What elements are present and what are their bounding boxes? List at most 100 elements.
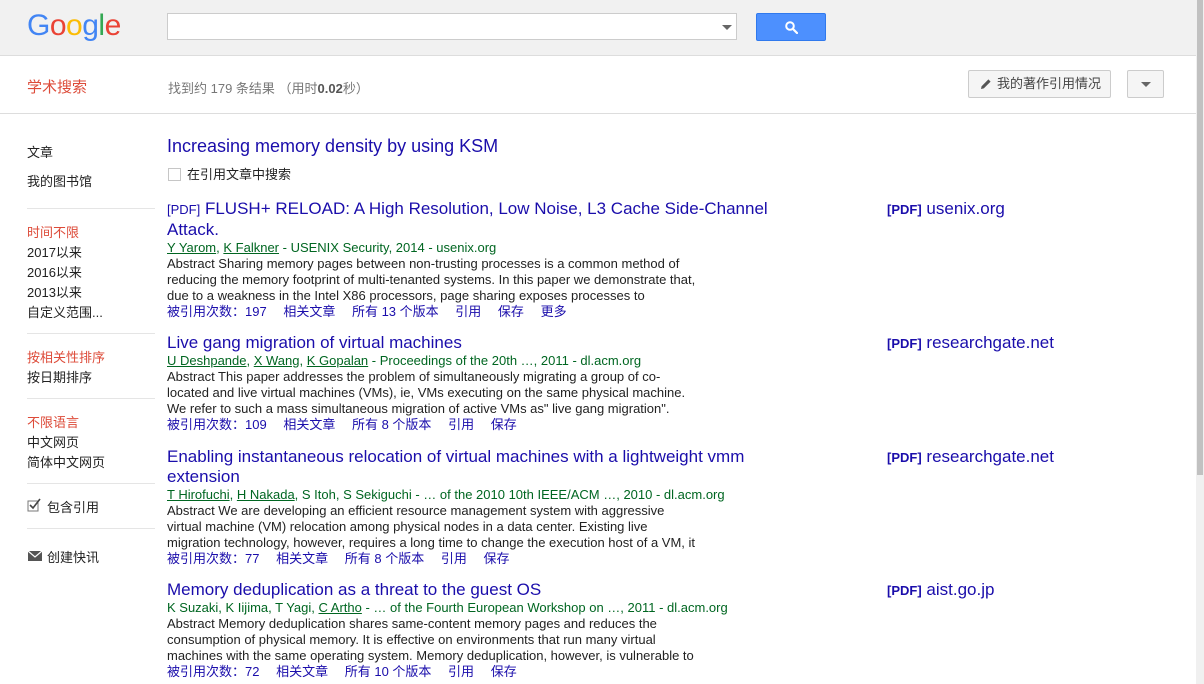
sidebar-item-custom-range[interactable]: 自定义范围... [27,302,103,321]
all-versions-link[interactable]: 所有 8 个版本 [352,417,431,432]
search-within-label: 在引用文章中搜索 [187,167,292,182]
google-logo[interactable]: Google [27,9,121,43]
search-within-checkbox[interactable] [168,168,181,182]
abstract-line: migration technology, however, requires … [167,535,696,550]
sidebar-item-sort-relevance[interactable]: 按相关性排序 [27,347,105,366]
include-citations-toggle[interactable]: 包含引用 [27,497,99,516]
all-versions-link[interactable]: 所有 13 个版本 [352,304,439,319]
sidebar-item-time-any[interactable]: 时间不限 [27,222,79,241]
cite-link[interactable]: 引用 [455,304,481,319]
sidebar-item-articles[interactable]: 文章 [27,142,53,161]
results-time: 0.02 [317,81,343,96]
cited-by-link[interactable]: 被引用次数：197 [167,304,267,319]
more-link[interactable]: 更多 [541,304,567,319]
divider [27,208,155,209]
save-link[interactable]: 保存 [498,304,524,319]
author-link[interactable]: K Gopalan [307,353,368,368]
my-citations-label: 我的著作引用情况 [997,76,1102,91]
pdf-link[interactable]: [PDF] usenix.org [887,199,1005,219]
author-link[interactable]: K Falkner [223,240,279,255]
related-articles-link[interactable]: 相关文章 [283,304,335,319]
result-venue: - USENIX Security, 2014 - usenix.org [279,240,497,255]
result-item: [PDF] FLUSH+ RELOAD: A High Resolution, … [167,199,787,320]
my-citations-button[interactable]: 我的著作引用情况 [968,70,1111,98]
result-abstract: Abstract Memory deduplication shares sam… [167,616,707,664]
more-menu-button[interactable] [1127,70,1164,98]
save-link[interactable]: 保存 [491,417,517,432]
include-citations-label: 包含引用 [47,500,100,515]
pdf-source: researchgate.net [926,333,1054,352]
author-link[interactable]: T Hirofuchi [167,487,230,502]
chevron-down-icon[interactable] [722,25,732,30]
divider [27,483,155,484]
related-articles-link[interactable]: 相关文章 [283,417,335,432]
result-title-line: FLUSH+ RELOAD: A High Resolution, Low No… [204,199,768,218]
scholar-section-label[interactable]: 学术搜索 [27,76,87,97]
pdf-link[interactable]: [PDF] researchgate.net [887,447,1054,467]
result-authors-plain: K Suzaki, K Iijima, T Yagi, [167,600,319,615]
result-abstract: Abstract We are developing an efficient … [167,503,707,551]
divider [27,528,155,529]
author-link[interactable]: Y Yarom [167,240,216,255]
divider [27,398,155,399]
cited-by-link[interactable]: 被引用次数：109 [167,417,267,432]
abstract-line: Abstract Memory deduplication shares sam… [167,616,657,631]
result-authors: Y Yarom, K Falkner - USENIX Security, 20… [167,240,787,256]
all-versions-link[interactable]: 所有 10 个版本 [345,664,432,679]
search-icon [785,21,798,34]
all-versions-link[interactable]: 所有 8 个版本 [345,551,424,566]
create-alert-link[interactable]: 创建快讯 [27,547,99,566]
sidebar-item-lang-chinese[interactable]: 中文网页 [27,432,79,451]
abstract-line: due to a weakness in the Intel X86 proce… [167,288,645,303]
result-title[interactable]: [PDF] FLUSH+ RELOAD: A High Resolution, … [167,199,787,240]
sidebar-item-since-2013[interactable]: 2013以来 [27,282,82,301]
sidebar-item-lang-any[interactable]: 不限语言 [27,412,79,431]
result-authors: K Suzaki, K Iijima, T Yagi, C Artho - … … [167,600,787,616]
related-articles-link[interactable]: 相关文章 [276,664,328,679]
result-tag: [PDF] [167,202,201,217]
result-title[interactable]: Enabling instantaneous relocation of vir… [167,447,787,487]
result-links: 被引用次数：77 相关文章 所有 8 个版本 引用 保存 [167,551,787,567]
logo-letter: o [66,9,83,42]
pdf-link[interactable]: [PDF] aist.go.jp [887,580,994,600]
result-links: 被引用次数：197 相关文章 所有 13 个版本 引用 保存 更多 [167,304,787,320]
result-item: Enabling instantaneous relocation of vir… [167,447,787,567]
author-link[interactable]: X Wang [254,353,300,368]
cite-link[interactable]: 引用 [448,664,474,679]
pdf-source: researchgate.net [926,447,1054,466]
search-input[interactable] [167,13,737,40]
author-link[interactable]: H Nakada [237,487,295,502]
related-articles-link[interactable]: 相关文章 [276,551,328,566]
cite-link[interactable]: 引用 [448,417,474,432]
scrollbar-thumb[interactable] [1197,0,1203,475]
result-title[interactable]: Memory deduplication as a threat to the … [167,580,787,600]
save-link[interactable]: 保存 [491,664,517,679]
mail-icon [27,550,43,561]
divider [27,333,155,334]
cite-link[interactable]: 引用 [441,551,467,566]
search-within-citing[interactable]: 在引用文章中搜索 [168,164,291,183]
result-links: 被引用次数：72 相关文章 所有 10 个版本 引用 保存 [167,664,787,680]
sidebar-item-sort-date[interactable]: 按日期排序 [27,367,92,386]
sidebar-item-lang-simplified[interactable]: 简体中文网页 [27,452,105,471]
pdf-tag: [PDF] [887,583,922,598]
save-link[interactable]: 保存 [483,551,509,566]
pdf-tag: [PDF] [887,202,922,217]
result-title[interactable]: Live gang migration of virtual machines [167,333,787,353]
scrollbar[interactable] [1196,0,1204,684]
search-button[interactable] [756,13,826,41]
sidebar-item-my-library[interactable]: 我的图书馆 [27,171,92,190]
result-title-line: extension [167,467,240,486]
result-title-line: Attack. [167,220,219,239]
author-link[interactable]: C Artho [319,600,362,615]
sidebar-item-since-2016[interactable]: 2016以来 [27,262,82,281]
pdf-link[interactable]: [PDF] researchgate.net [887,333,1054,353]
author-link[interactable]: U Deshpande [167,353,247,368]
result-item: Live gang migration of virtual machines … [167,333,787,433]
cited-by-link[interactable]: 被引用次数：77 [167,551,259,566]
sidebar-item-since-2017[interactable]: 2017以来 [27,242,82,261]
citing-query-title[interactable]: Increasing memory density by using KSM [167,136,498,157]
cited-by-link[interactable]: 被引用次数：72 [167,664,259,679]
pdf-tag: [PDF] [887,450,922,465]
abstract-line: machines with the same operating system.… [167,648,694,663]
